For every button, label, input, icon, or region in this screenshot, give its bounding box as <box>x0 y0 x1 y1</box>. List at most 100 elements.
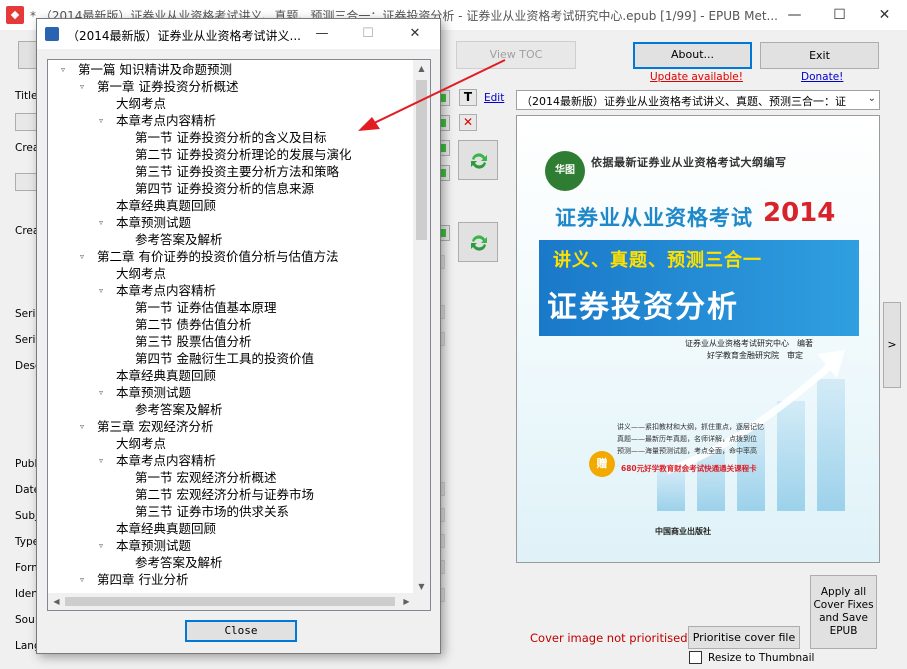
next-cover-button[interactable]: > <box>883 302 901 388</box>
toc-tree-item[interactable]: 本章考点内容精析 <box>116 282 216 299</box>
tree-expand-toggle[interactable]: ▿ <box>77 571 87 588</box>
cover-tagline: 依据最新证券业从业资格考试大纲编写 <box>591 156 787 169</box>
refresh-icon-2[interactable] <box>458 222 498 262</box>
subject-label: Subj <box>15 510 38 522</box>
app-icon <box>6 6 24 24</box>
toc-tree-item[interactable]: 第二节 证券投资分析理论的发展与演化 <box>135 146 351 163</box>
cover-promo: 680元好学教育财会考试快通通关课程卡 <box>621 464 757 473</box>
minimize-button[interactable]: — <box>772 0 817 30</box>
resize-thumbnail-label: Resize to Thumbnail <box>708 652 815 664</box>
toc-maximize-button[interactable]: ☐ <box>348 19 388 49</box>
toc-tree-item[interactable]: 参考答案及解析 <box>135 231 223 248</box>
publisher-logo: 华图 <box>545 151 585 191</box>
cover-publisher: 中国商业出版社 <box>655 527 711 536</box>
toc-tree-item[interactable]: 本章预测试题 <box>116 384 191 401</box>
toc-horizontal-scrollbar[interactable]: ◀ ▶ <box>48 593 415 610</box>
clear-button[interactable]: ✕ <box>459 114 477 131</box>
title-select[interactable]: （2014最新版）证券业从业资格考试讲义、真题、预测三合一：证 ⌄ <box>516 90 880 110</box>
toc-tree-item[interactable]: 参考答案及解析 <box>135 554 223 571</box>
tree-expand-toggle[interactable]: ▿ <box>96 384 106 401</box>
toc-title-bar: （2014最新版）证券业从业资格考试讲义... — ☐ ✕ <box>37 19 440 49</box>
cover-bar <box>657 471 685 511</box>
toc-vertical-scrollbar[interactable]: ▲ ▼ <box>413 60 430 595</box>
toc-tree-item[interactable]: 第一节 证券投资分析的含义及目标 <box>135 129 326 146</box>
scroll-up-icon[interactable]: ▲ <box>413 60 430 77</box>
toc-tree-item[interactable]: 本章经典真题回顾 <box>116 520 216 537</box>
toc-tree-item[interactable]: 第一节 宏观经济分析概述 <box>135 469 276 486</box>
tree-expand-toggle[interactable]: ▿ <box>96 452 106 469</box>
toc-tree[interactable]: ▿ 第一篇 知识精讲及命题预测 ▿ 第一章 证券投资分析概述 大纲考点 ▿ 本章考点内容精析… <box>47 59 431 611</box>
title-case-button[interactable]: T <box>459 89 477 106</box>
about-button[interactable]: About... <box>633 42 752 69</box>
tree-expand-toggle[interactable]: ▿ <box>58 61 68 78</box>
cover-gift-badge: 赠 <box>589 451 615 477</box>
title-label: Title <box>15 90 38 102</box>
toc-tree-item[interactable]: 第四节 证券投资分析的信息来源 <box>135 180 314 197</box>
update-available-link[interactable]: Update available! <box>650 71 743 83</box>
prioritise-cover-button[interactable]: Prioritise cover file <box>688 626 800 649</box>
apply-line-1: Apply all <box>820 586 867 598</box>
toc-tree-item[interactable]: 本章考点内容精析 <box>116 112 216 129</box>
tree-expand-toggle[interactable]: ▿ <box>96 112 106 129</box>
chevron-down-icon: ⌄ <box>867 93 876 104</box>
toc-tree-item[interactable]: 第二节 债券估值分析 <box>135 316 251 333</box>
view-toc-button[interactable]: View TOC <box>456 41 576 69</box>
toc-tree-item[interactable]: 本章经典真题回顾 <box>116 367 216 384</box>
cover-year: 2014 <box>763 198 836 228</box>
toc-tree-item[interactable]: 第四节 金融衍生工具的投资价值 <box>135 350 314 367</box>
series-index-label: Seri <box>15 334 36 346</box>
toc-close-button[interactable]: Close <box>185 620 297 642</box>
toc-tree-item[interactable]: 参考答案及解析 <box>135 401 223 418</box>
cover-book-title: 证券投资分析 <box>547 290 739 325</box>
toc-tree-item[interactable]: 第四章 行业分析 <box>97 571 188 588</box>
refresh-icon[interactable] <box>458 140 498 180</box>
toc-tree-item[interactable]: 第二节 宏观经济分析与证券市场 <box>135 486 314 503</box>
series-label: Seri <box>15 308 36 320</box>
toc-tree-item[interactable]: 第三节 股票估值分析 <box>135 333 251 350</box>
toc-tree-item[interactable]: 本章经典真题回顾 <box>116 197 216 214</box>
tree-expand-toggle[interactable]: ▿ <box>96 214 106 231</box>
tree-expand-toggle[interactable]: ▿ <box>96 282 106 299</box>
toc-horizontal-thumb[interactable] <box>65 597 395 606</box>
toc-tree-item[interactable]: 第一篇 知识精讲及命题预测 <box>78 61 232 78</box>
resize-thumbnail-checkbox[interactable] <box>689 651 702 664</box>
toc-tree-item[interactable]: 大纲考点 <box>116 95 166 112</box>
toc-tree-item[interactable]: 大纲考点 <box>116 435 166 452</box>
scroll-left-icon[interactable]: ◀ <box>48 593 65 610</box>
toc-close-icon[interactable]: ✕ <box>395 19 435 49</box>
tree-expand-toggle[interactable]: ▿ <box>96 537 106 554</box>
toc-vertical-thumb[interactable] <box>416 80 427 240</box>
toc-tree-item[interactable]: 本章考点内容精析 <box>116 452 216 469</box>
toc-tree-item[interactable]: 本章预测试题 <box>116 537 191 554</box>
tree-expand-toggle[interactable]: ▿ <box>77 78 87 95</box>
toc-tree-item[interactable]: 第一章 证券投资分析概述 <box>97 78 238 95</box>
toc-tree-item[interactable]: 第三节 证券市场的供求关系 <box>135 503 289 520</box>
toc-tree-item[interactable]: 第三章 宏观经济分析 <box>97 418 213 435</box>
toc-dialog: （2014最新版）证券业从业资格考试讲义... — ☐ ✕ ▿ 第一篇 知识精讲及… <box>36 18 441 654</box>
title-select-value: （2014最新版）证券业从业资格考试讲义、真题、预测三合一：证 <box>521 95 846 108</box>
cover-note-1: 讲义——紧扣教材和大纲，抓住重点，逐层记忆 <box>617 423 764 431</box>
cover-subtitle: 讲义、真题、预测三合一 <box>553 250 762 271</box>
source-label: Sou <box>15 614 35 626</box>
toc-tree-item[interactable]: 第三节 证券投资主要分析方法和策略 <box>135 163 339 180</box>
edit-link[interactable]: Edit <box>484 92 504 104</box>
apply-line-3: and Save <box>819 612 868 624</box>
cover-notes: 讲义——紧扣教材和大纲，抓住重点，逐层记忆 真题——最新历年真题，名师详解，点拨… <box>617 421 764 457</box>
tree-expand-toggle[interactable]: ▿ <box>77 418 87 435</box>
apply-line-2: Cover Fixes <box>813 599 874 611</box>
toc-tree-item[interactable]: 本章预测试题 <box>116 214 191 231</box>
cover-note-3: 预测——海量预测试题，考点全面，命中率高 <box>617 447 757 455</box>
toc-tree-item[interactable]: 第二章 有价证券的投资价值分析与估值方法 <box>97 248 338 265</box>
toc-tree-item[interactable]: 第一节 证券估值基本原理 <box>135 299 276 316</box>
toc-tree-item[interactable]: 大纲考点 <box>116 265 166 282</box>
cover-exam-title: 证券业从业资格考试 <box>555 206 753 230</box>
tree-expand-toggle[interactable]: ▿ <box>77 248 87 265</box>
toolbar-button-hidden[interactable] <box>18 41 38 69</box>
apply-fixes-button[interactable]: Apply all Cover Fixes and Save EPUB <box>810 575 877 649</box>
close-window-button[interactable]: ✕ <box>862 0 907 30</box>
maximize-button[interactable]: ☐ <box>817 0 862 30</box>
donate-link[interactable]: Donate! <box>801 71 843 83</box>
toc-minimize-button[interactable]: — <box>302 19 342 49</box>
toc-dialog-icon <box>45 27 59 41</box>
exit-button[interactable]: Exit <box>760 42 879 69</box>
